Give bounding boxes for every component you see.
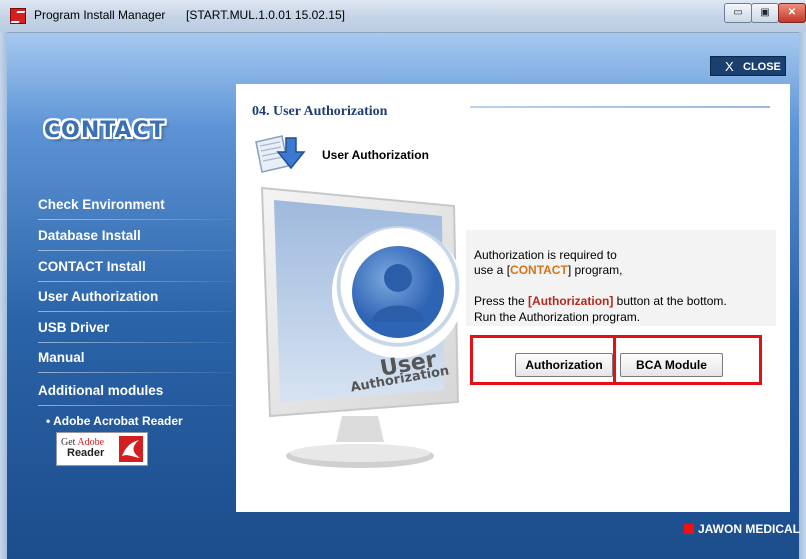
get-adobe-reader-badge[interactable]: Get Adobe Reader [56,432,148,466]
sidebar-item-check-environment[interactable]: Check Environment [38,191,234,220]
sidebar-item-contact-install[interactable]: CONTACT Install [38,253,234,282]
sidebar-subitem-adobe-reader[interactable]: • Adobe Acrobat Reader [46,414,183,428]
sidebar-item-usb-driver[interactable]: USB Driver [38,314,234,343]
info-line-4: Run the Authorization program. [474,310,641,324]
sidebar-divider [38,311,234,312]
maximize-button[interactable]: ▣ [751,3,779,23]
info-line-2: use a [CONTACT] program, [474,263,623,277]
sidebar-divider [38,219,234,220]
window-frame-left [0,32,7,559]
maximize-icon: ▣ [760,7,770,18]
close-button[interactable]: X CLOSE [710,56,786,76]
section-title: User Authorization [322,148,429,162]
adobe-logo-icon [119,436,143,462]
minimize-icon: ▭ [733,7,743,18]
sidebar-divider [38,405,234,406]
window-frame-right [799,32,806,559]
authorization-button[interactable]: Authorization [515,353,613,377]
app-icon [10,8,26,24]
user-icon [352,246,444,338]
close-icon: ✕ [787,7,797,18]
installer-window: Program Install Manager [START.MUL.1.0.0… [0,0,806,559]
sidebar-item-database-install[interactable]: Database Install [38,222,234,251]
sidebar-divider [38,372,234,373]
bca-module-button[interactable]: BCA Module [620,353,723,377]
user-avatar-badge [332,226,464,358]
sidebar-divider [38,342,234,343]
sidebar-divider [38,250,234,251]
title-underline [470,106,770,108]
sidebar-divider [38,281,234,282]
sidebar-item-additional-modules[interactable]: Additional modules [38,377,234,406]
document-download-icon [255,135,306,173]
window-title: Program Install Manager [34,8,166,22]
info-line-3: Press the [Authorization] button at the … [474,294,727,308]
info-line-1: Authorization is required to [474,248,617,262]
jawon-mark-icon [684,524,694,534]
sidebar-item-manual[interactable]: Manual [38,344,234,373]
close-x-icon: X [725,59,734,74]
step-title: 04. User Authorization [252,104,388,119]
build-version: [START.MUL.1.0.01 15.02.15] [186,8,345,22]
title-bar[interactable]: Program Install Manager [START.MUL.1.0.0… [0,0,806,33]
contact-logo: CONTACT [44,118,166,143]
adobe-reader-text: Reader [67,447,105,459]
close-label: CLOSE [743,61,781,73]
sidebar-item-user-authorization[interactable]: User Authorization [38,283,234,312]
window-close-button[interactable]: ✕ [778,3,806,23]
jawon-medical-logo: JAWON MEDICAL [684,522,800,536]
minimize-button[interactable]: ▭ [724,3,752,23]
